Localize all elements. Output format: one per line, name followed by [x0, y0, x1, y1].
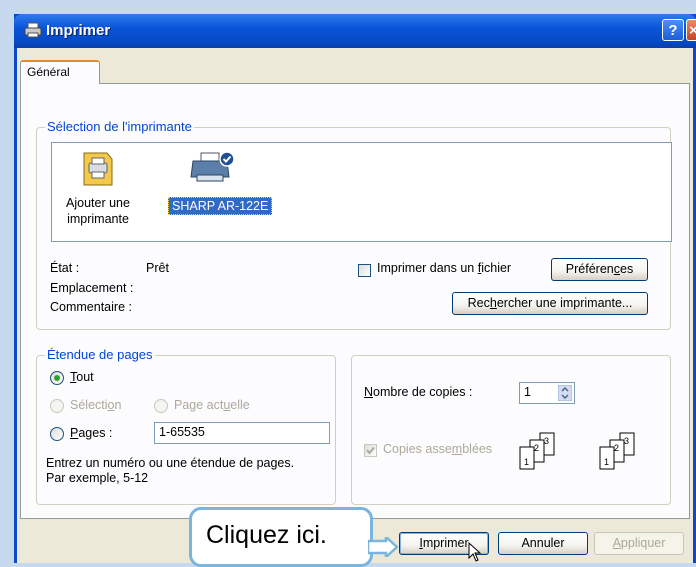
sharp-printer-label: SHARP AR-122E [168, 197, 273, 215]
svg-text:2: 2 [534, 443, 539, 453]
printer-icon [24, 22, 42, 38]
checkmark-icon [366, 446, 375, 455]
pages-label[interactable]: Pages : [70, 426, 112, 440]
copies-count-value: 1 [524, 385, 531, 399]
page-range-label: Étendue de pages [45, 347, 155, 362]
svg-text:3: 3 [544, 436, 549, 446]
find-printer-button[interactable]: Rechercher une imprimante... [452, 292, 648, 315]
printer-selection-group: Sélection de l'imprimante Ajouter une im… [36, 119, 672, 330]
printer-selection-label: Sélection de l'imprimante [45, 119, 194, 134]
tab-general[interactable]: Général [20, 60, 100, 84]
pages-input[interactable]: 1-65535 [154, 422, 330, 444]
copies-count-input[interactable]: 1 [519, 382, 575, 404]
title-bar[interactable]: Imprimer ? × [14, 14, 696, 48]
collate-checkbox[interactable] [364, 444, 377, 457]
svg-text:1: 1 [604, 457, 609, 467]
current-page-label[interactable]: Page actuelle [174, 398, 250, 412]
page-range-hint-1: Entrez un numéro ou une étendue de pages… [46, 456, 295, 470]
spin-updown-icon[interactable] [558, 385, 572, 401]
svg-text:1: 1 [524, 457, 529, 467]
all-pages-radio[interactable] [50, 371, 64, 385]
tab-general-label: Général [27, 65, 70, 79]
callout-text: Cliquez ici. [206, 521, 327, 549]
pages-radio[interactable] [50, 427, 64, 441]
svg-text:3: 3 [624, 436, 629, 446]
close-button[interactable]: × [686, 19, 696, 41]
status-value: Prêt [146, 261, 169, 275]
add-printer-icon [83, 152, 113, 186]
printer-list[interactable]: Ajouter une imprimante SHARP AR-122E [51, 142, 672, 242]
location-label: Emplacement : [50, 281, 134, 295]
apply-button[interactable]: Appliquer [594, 532, 684, 555]
collate-pages-icon: 3 2 1 3 2 1 [519, 432, 635, 470]
copies-count-label: Nombre de copies : [364, 385, 473, 399]
print-to-file-label[interactable]: Imprimer dans un fichier [377, 261, 511, 275]
window-title: Imprimer [46, 22, 111, 39]
copies-group: Nombre de copies : 1 Copies assemblées 3 [351, 355, 671, 505]
all-pages-label[interactable]: Tout [70, 370, 94, 384]
print-dialog: Imprimer ? × Général Sélection de l'impr… [14, 14, 696, 563]
add-printer-label: Ajouter une imprimante [66, 196, 130, 226]
status-label: État : [50, 261, 80, 275]
mouse-cursor-icon [468, 542, 482, 562]
comment-label: Commentaire : [50, 300, 132, 314]
cancel-button[interactable]: Annuler [498, 532, 588, 555]
printer-item-sharp[interactable]: SHARP AR-122E [166, 147, 276, 215]
page-range-group: Étendue de pages Tout Sélection Page act… [36, 347, 336, 505]
callout-arrow-icon [368, 537, 398, 557]
dialog-body: Général Sélection de l'imprimante Ajoute… [17, 48, 693, 563]
add-printer-item[interactable]: Ajouter une imprimante [58, 147, 138, 237]
preferences-button[interactable]: Préférences [551, 258, 648, 281]
page-range-hint-2: Par exemple, 5-12 [46, 471, 149, 485]
help-button[interactable]: ? [662, 19, 684, 41]
collate-label[interactable]: Copies assemblées [383, 442, 492, 456]
network-printer-icon [190, 151, 235, 182]
current-page-radio[interactable] [154, 399, 168, 413]
selection-label[interactable]: Sélection [70, 398, 121, 412]
general-panel: Sélection de l'imprimante Ajouter une im… [20, 83, 690, 519]
svg-text:2: 2 [614, 443, 619, 453]
print-to-file-checkbox[interactable] [358, 264, 371, 277]
selection-radio[interactable] [50, 399, 64, 413]
close-icon: × [689, 22, 696, 39]
callout-annotation: Cliquez ici. [189, 507, 373, 567]
